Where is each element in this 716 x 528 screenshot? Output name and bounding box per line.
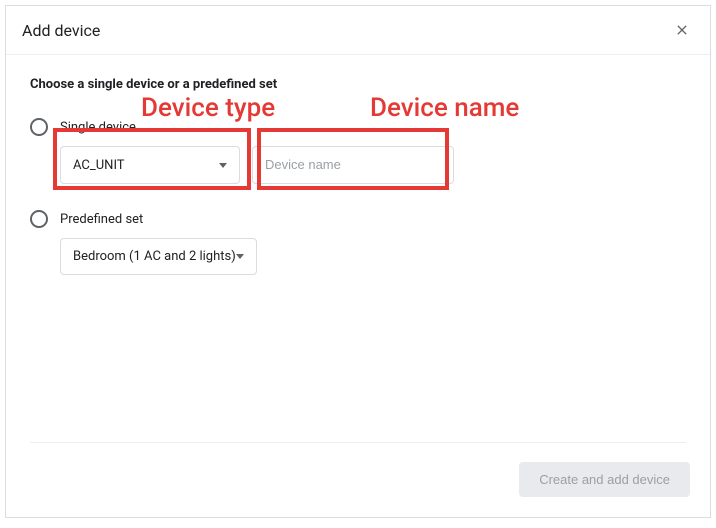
device-type-select[interactable]: AC_UNIT [60, 146, 240, 184]
add-device-dialog: Add device Choose a single device or a p… [5, 5, 711, 518]
dialog-content: Choose a single device or a predefined s… [6, 55, 710, 323]
dialog-footer: Create and add device [6, 446, 710, 517]
footer-divider [30, 442, 686, 443]
close-button[interactable] [670, 18, 694, 42]
close-icon [674, 22, 690, 38]
chevron-down-icon [236, 254, 244, 259]
predefined-set-label: Predefined set [60, 212, 143, 227]
single-device-radio[interactable] [30, 118, 48, 136]
single-device-option[interactable]: Single device [30, 118, 686, 136]
dialog-title: Add device [22, 21, 100, 40]
dialog-header: Add device [6, 6, 710, 55]
predefined-set-value: Bedroom (1 AC and 2 lights) [73, 249, 236, 264]
predefined-set-option[interactable]: Predefined set [30, 210, 686, 228]
device-name-field-wrap [252, 146, 454, 184]
predefined-set-radio[interactable] [30, 210, 48, 228]
content-subtitle: Choose a single device or a predefined s… [30, 77, 686, 92]
create-add-device-button[interactable]: Create and add device [519, 462, 690, 497]
predefined-set-controls: Bedroom (1 AC and 2 lights) [60, 238, 686, 275]
single-device-controls: AC_UNIT [60, 146, 686, 184]
device-name-input[interactable] [265, 157, 441, 172]
chevron-down-icon [219, 163, 227, 168]
single-device-label: Single device [60, 120, 136, 135]
predefined-set-select[interactable]: Bedroom (1 AC and 2 lights) [60, 238, 257, 275]
device-type-value: AC_UNIT [73, 158, 125, 173]
